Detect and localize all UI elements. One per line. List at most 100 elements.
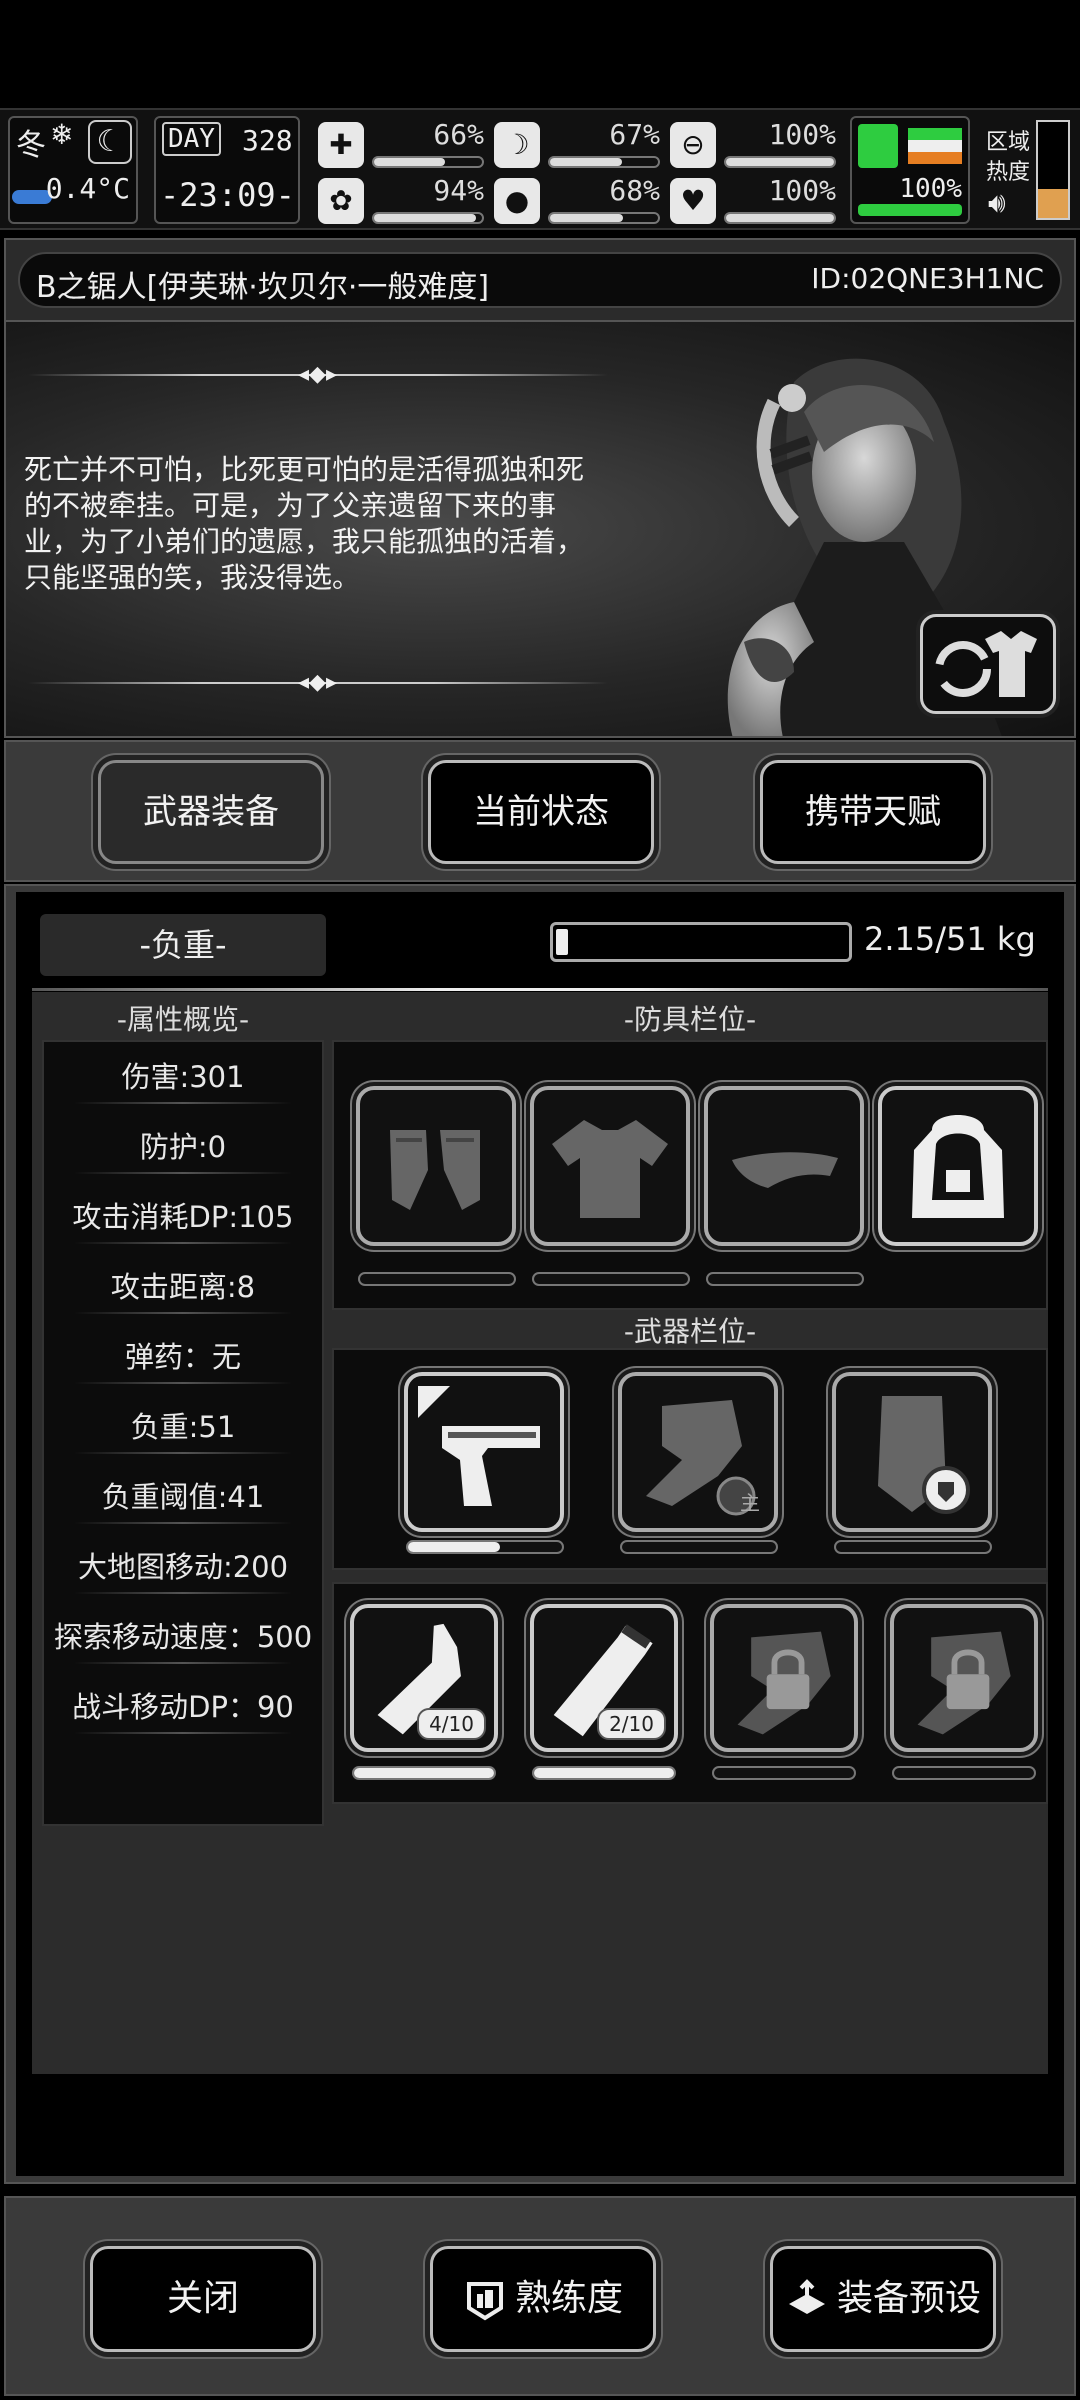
weapon-slots-title: -武器栏位- — [623, 1315, 757, 1348]
armor-slot-shirt[interactable] — [530, 1086, 690, 1246]
attr-attack-dp-cost: 攻击消耗DP:105 — [72, 1200, 294, 1234]
sanity-percent: 94% — [433, 174, 484, 207]
tab-row: 武器装备 当前状态 携带天赋 — [4, 740, 1076, 882]
weapon-slot-fist[interactable]: 主 — [618, 1372, 778, 1532]
weapon-slot-pistol[interactable] — [404, 1372, 564, 1532]
ornament-divider-bottom: ◂◆▸ — [28, 670, 608, 695]
health-bar — [372, 156, 484, 168]
load-value: 2.15/51 kg — [864, 920, 1036, 958]
armor-slot-shirt-bar — [532, 1272, 690, 1286]
region-heat-label-1: 区域 — [986, 130, 1031, 155]
bottom-action-bar: 关闭 熟练度 装备预设 — [4, 2196, 1076, 2396]
item-slot-flare-bar — [532, 1766, 676, 1780]
pistol-icon — [418, 1386, 540, 1506]
health-percent: 66% — [433, 118, 484, 151]
medkit-icon: ✚ — [318, 122, 364, 168]
attr-separator — [74, 1452, 292, 1454]
item-slot-locked-2[interactable] — [890, 1604, 1038, 1752]
day-label: DAY — [162, 122, 221, 156]
equipment-panel-inner: -负重- 2.15/51 kg -属性概览- -防具栏位- 伤害:301 防护:… — [16, 892, 1064, 2176]
weapon-slot-area: 主 — [332, 1348, 1048, 1570]
thirst-stat: ● 68% — [494, 174, 664, 228]
tab-weapons-equipment[interactable]: 武器装备 — [98, 760, 324, 864]
item-slot-molotov[interactable]: 4/10 — [350, 1604, 498, 1752]
proficiency-button[interactable]: 熟练度 — [430, 2246, 656, 2352]
attr-explore-speed: 探索移动速度：500 — [53, 1620, 313, 1654]
item-slot-area: 4/10 2/10 — [332, 1582, 1048, 1804]
attr-attack-range: 攻击距离:8 — [110, 1270, 256, 1304]
gloves-icon — [390, 1130, 480, 1210]
attribute-list: 伤害:301 防护:0 攻击消耗DP:105 攻击距离:8 弹药：无 负重:51… — [42, 1040, 324, 1826]
riot-shield-icon — [878, 1396, 970, 1514]
stomach-icon: ☽ — [494, 122, 540, 168]
flare-count: 2/10 — [597, 1708, 666, 1740]
attr-separator — [74, 1172, 292, 1174]
water-drop-icon: ● — [494, 178, 540, 224]
item-slot-molotov-bar — [352, 1766, 496, 1780]
attr-separator — [74, 1662, 292, 1664]
main-hand-badge: 主 — [740, 1491, 760, 1515]
attr-weight-threshold: 负重阈值:41 — [101, 1480, 265, 1514]
status-bar: 冬 ❄ ☾ 0.4°C DAY 328 -23:09- ✚ 66% ☽ 67% … — [0, 108, 1080, 230]
armor-slot-area — [332, 1040, 1048, 1310]
weapon-slot-fist-bar — [620, 1540, 778, 1554]
brain-icon: ✿ — [318, 178, 364, 224]
character-id: ID:02QNE3H1NC — [811, 262, 1044, 295]
tab-carried-talents[interactable]: 携带天赋 — [760, 760, 986, 864]
attr-separator — [74, 1382, 292, 1384]
season-label: 冬 — [16, 128, 46, 163]
immunity-bar — [724, 156, 836, 168]
attributes-title: -属性概览- — [116, 1003, 250, 1036]
heart-icon: ♥ — [670, 178, 716, 224]
attr-separator — [74, 1312, 292, 1314]
tab-current-status[interactable]: 当前状态 — [428, 760, 654, 864]
weapon-slot-riot-shield[interactable] — [832, 1372, 992, 1532]
thirst-percent: 68% — [609, 174, 660, 207]
armor-slots-title: -防具栏位- — [623, 1003, 757, 1036]
item-slot-locked-2-bar — [892, 1766, 1036, 1780]
attr-separator — [74, 1732, 292, 1734]
load-divider — [32, 988, 1048, 991]
item-slot-locked-1[interactable] — [710, 1604, 858, 1752]
armor-slot-backpack[interactable] — [878, 1086, 1038, 1246]
attr-combat-move-dp: 战斗移动DP：90 — [72, 1690, 294, 1724]
armor-slot-cap[interactable] — [704, 1086, 864, 1246]
immunity-percent: 100% — [768, 118, 836, 151]
close-button-label: 关闭 — [166, 2278, 239, 2319]
region-heat-box[interactable]: 区域 热度 🔊︎ — [980, 116, 1076, 224]
outfit-swap-button[interactable] — [920, 614, 1056, 714]
stamina-box: 100% — [850, 116, 970, 224]
attr-defense: 防护:0 — [139, 1130, 227, 1164]
attr-damage: 伤害:301 — [121, 1060, 245, 1094]
attr-separator — [74, 1102, 292, 1104]
immunity-stat: ⊖ 100% — [670, 118, 840, 172]
load-progress-bar — [550, 922, 852, 962]
weapon-slot-pistol-durability — [406, 1540, 564, 1554]
speaker-icon[interactable]: 🔊︎ — [988, 186, 1006, 220]
close-button[interactable]: 关闭 — [90, 2246, 316, 2352]
armor-slot-gloves[interactable] — [356, 1086, 516, 1246]
proficiency-button-label: 熟练度 — [514, 2278, 623, 2319]
equipment-panel: -负重- 2.15/51 kg -属性概览- -防具栏位- 伤害:301 防护:… — [4, 884, 1076, 2184]
mood-bar — [724, 212, 836, 224]
snowflake-icon: ❄ — [50, 118, 74, 151]
character-portrait-panel: ◂◆▸ 死亡并不可怕，比死更可怕的是活得孤独和死的不被牵挂。可是，为了父亲遗留下… — [4, 320, 1076, 738]
mood-percent: 100% — [768, 174, 836, 207]
cap-icon — [732, 1152, 838, 1188]
equipment-preset-button[interactable]: 装备预设 — [770, 2246, 996, 2352]
mood-stat: ♥ 100% — [670, 174, 840, 228]
hunger-percent: 67% — [609, 118, 660, 151]
sanity-stat: ✿ 94% — [318, 174, 488, 228]
load-title: -负重- — [40, 914, 326, 976]
item-slot-locked-1-bar — [712, 1766, 856, 1780]
item-slot-flare[interactable]: 2/10 — [530, 1604, 678, 1752]
character-quote: 死亡并不可怕，比死更可怕的是活得孤独和死的不被牵挂。可是，为了父亲遗留下来的事业… — [24, 453, 585, 594]
ornament-divider-top: ◂◆▸ — [28, 362, 608, 387]
attr-ammo: 弹药：无 — [124, 1340, 241, 1374]
hunger-stat: ☽ 67% — [494, 118, 664, 172]
thirst-bar — [548, 212, 660, 224]
equipment-preset-button-label: 装备预设 — [836, 2278, 981, 2319]
character-title-bar: B之锯人[伊芙琳·坎贝尔·一般难度] ID:02QNE3H1NC — [4, 238, 1076, 322]
molotov-count: 4/10 — [417, 1708, 486, 1740]
backpack-icon — [912, 1115, 1004, 1218]
